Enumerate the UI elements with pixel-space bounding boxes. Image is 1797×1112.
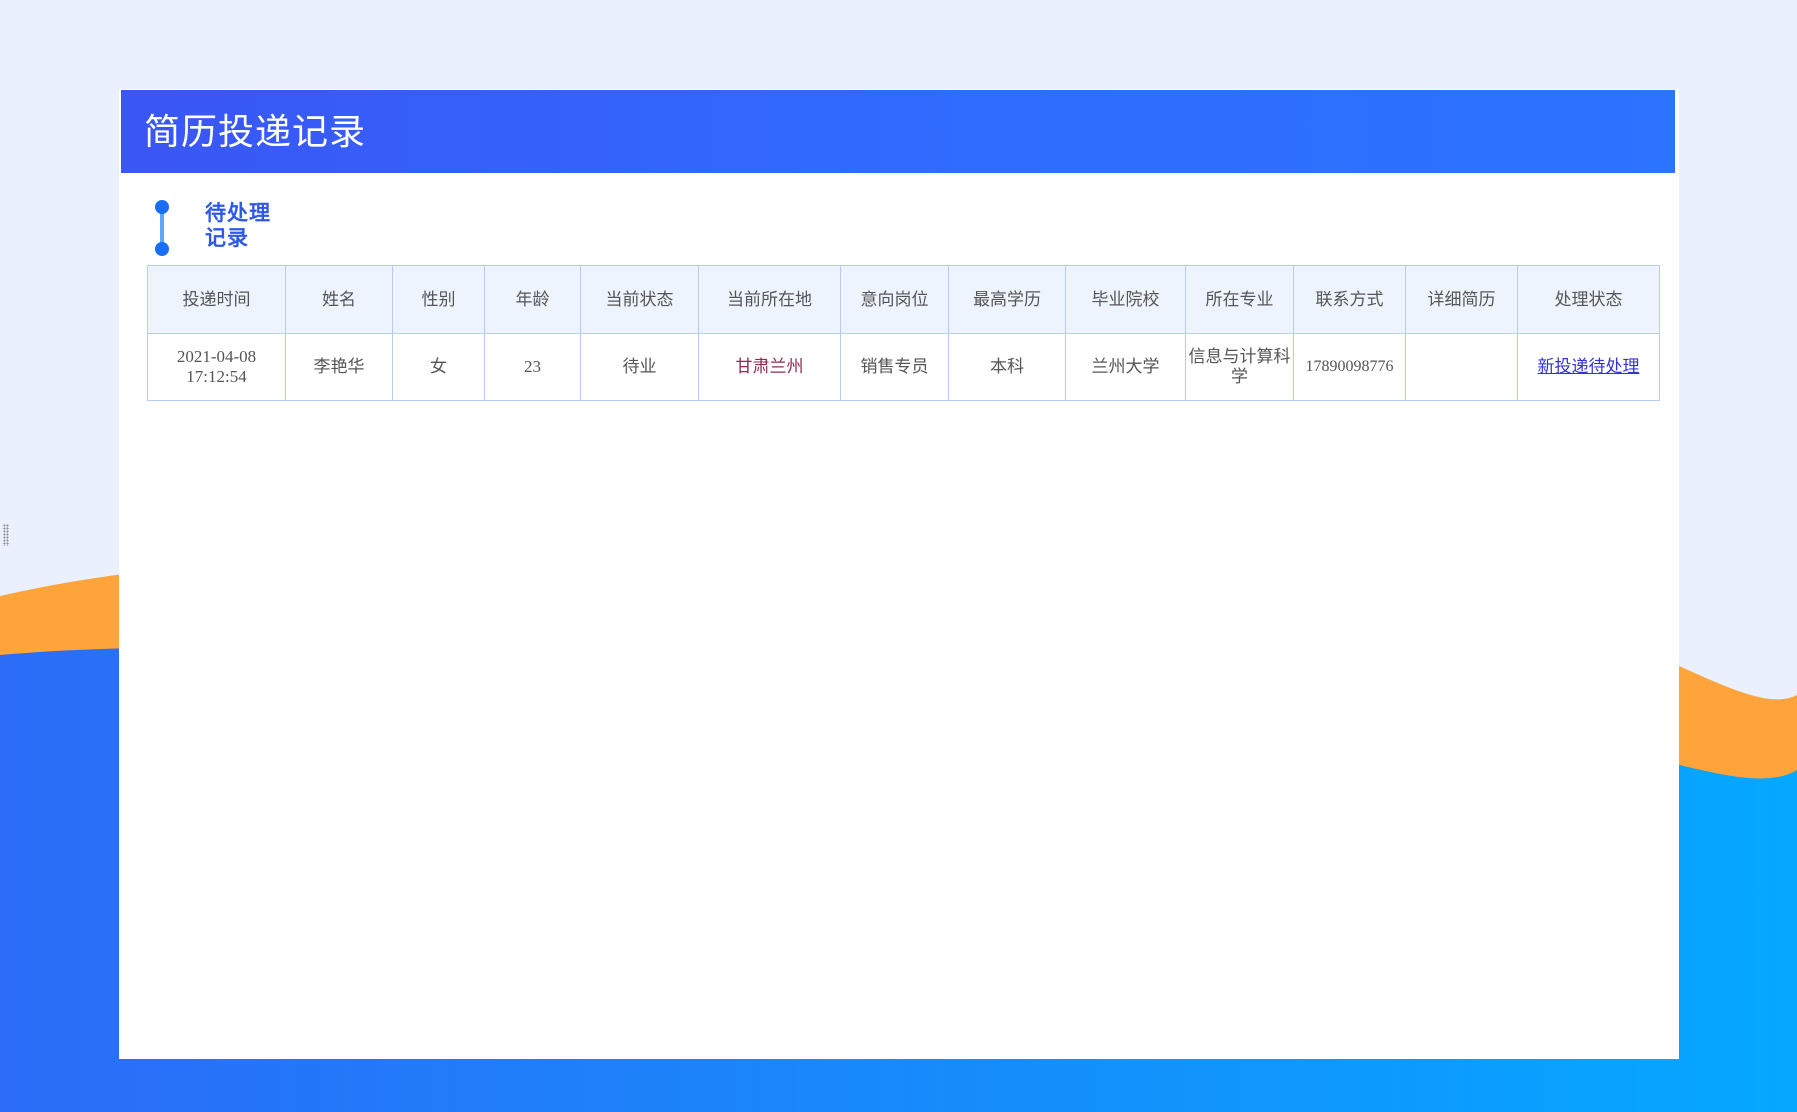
column-header-position: 意向岗位 xyxy=(840,265,949,334)
column-header-major: 所在专业 xyxy=(1185,265,1294,334)
section-marker-icon xyxy=(155,200,169,256)
page-header: 简历投递记录 xyxy=(121,90,1675,173)
cell-process-status: 新投递待处理 xyxy=(1517,333,1660,401)
cell-age: 23 xyxy=(484,333,581,401)
column-header-location: 当前所在地 xyxy=(698,265,841,334)
cell-submit-time: 2021-04-08 17:12:54 xyxy=(147,333,286,401)
cell-phone: 17890098776 xyxy=(1293,333,1406,401)
column-header-school: 毕业院校 xyxy=(1065,265,1186,334)
column-header-submit-time: 投递时间 xyxy=(147,265,286,334)
column-header-gender: 性别 xyxy=(392,265,485,334)
cell-status: 待业 xyxy=(580,333,699,401)
process-status-link[interactable]: 新投递待处理 xyxy=(1538,357,1640,376)
cell-gender: 女 xyxy=(392,333,485,401)
column-header-process-status: 处理状态 xyxy=(1517,265,1660,334)
cell-school: 兰州大学 xyxy=(1065,333,1186,401)
cell-position: 销售专员 xyxy=(840,333,949,401)
table-header-row: 投递时间 姓名 性别 年龄 当前状态 当前所在地 意向岗位 最高学历 毕业院校 … xyxy=(147,265,1660,334)
cell-major: 信息与计算科学 xyxy=(1185,333,1294,401)
records-table: 投递时间 姓名 性别 年龄 当前状态 当前所在地 意向岗位 最高学历 毕业院校 … xyxy=(147,265,1660,401)
column-header-phone: 联系方式 xyxy=(1293,265,1406,334)
column-header-age: 年龄 xyxy=(484,265,581,334)
section-title: 待处理记录 xyxy=(205,201,271,250)
cell-name: 李艳华 xyxy=(285,333,393,401)
cell-education: 本科 xyxy=(948,333,1066,401)
cell-location: 甘肃兰州 xyxy=(698,333,841,401)
submit-time: 17:12:54 xyxy=(186,367,247,386)
submit-date: 2021-04-08 xyxy=(176,347,257,366)
cell-resume xyxy=(1405,333,1518,401)
column-header-name: 姓名 xyxy=(285,265,393,334)
page-title: 简历投递记录 xyxy=(144,111,367,152)
records-card: 简历投递记录 待处理记录 投递时间 姓名 性别 年龄 当前状态 当前所在地 意向… xyxy=(119,89,1679,1059)
column-header-education: 最高学历 xyxy=(948,265,1066,334)
column-header-resume: 详细简历 xyxy=(1405,265,1518,334)
table-row: 2021-04-08 17:12:54 李艳华 女 23 待业 甘肃兰州 销售专… xyxy=(147,333,1660,401)
column-header-status: 当前状态 xyxy=(580,265,699,334)
resize-grip-handle[interactable] xyxy=(3,524,9,546)
